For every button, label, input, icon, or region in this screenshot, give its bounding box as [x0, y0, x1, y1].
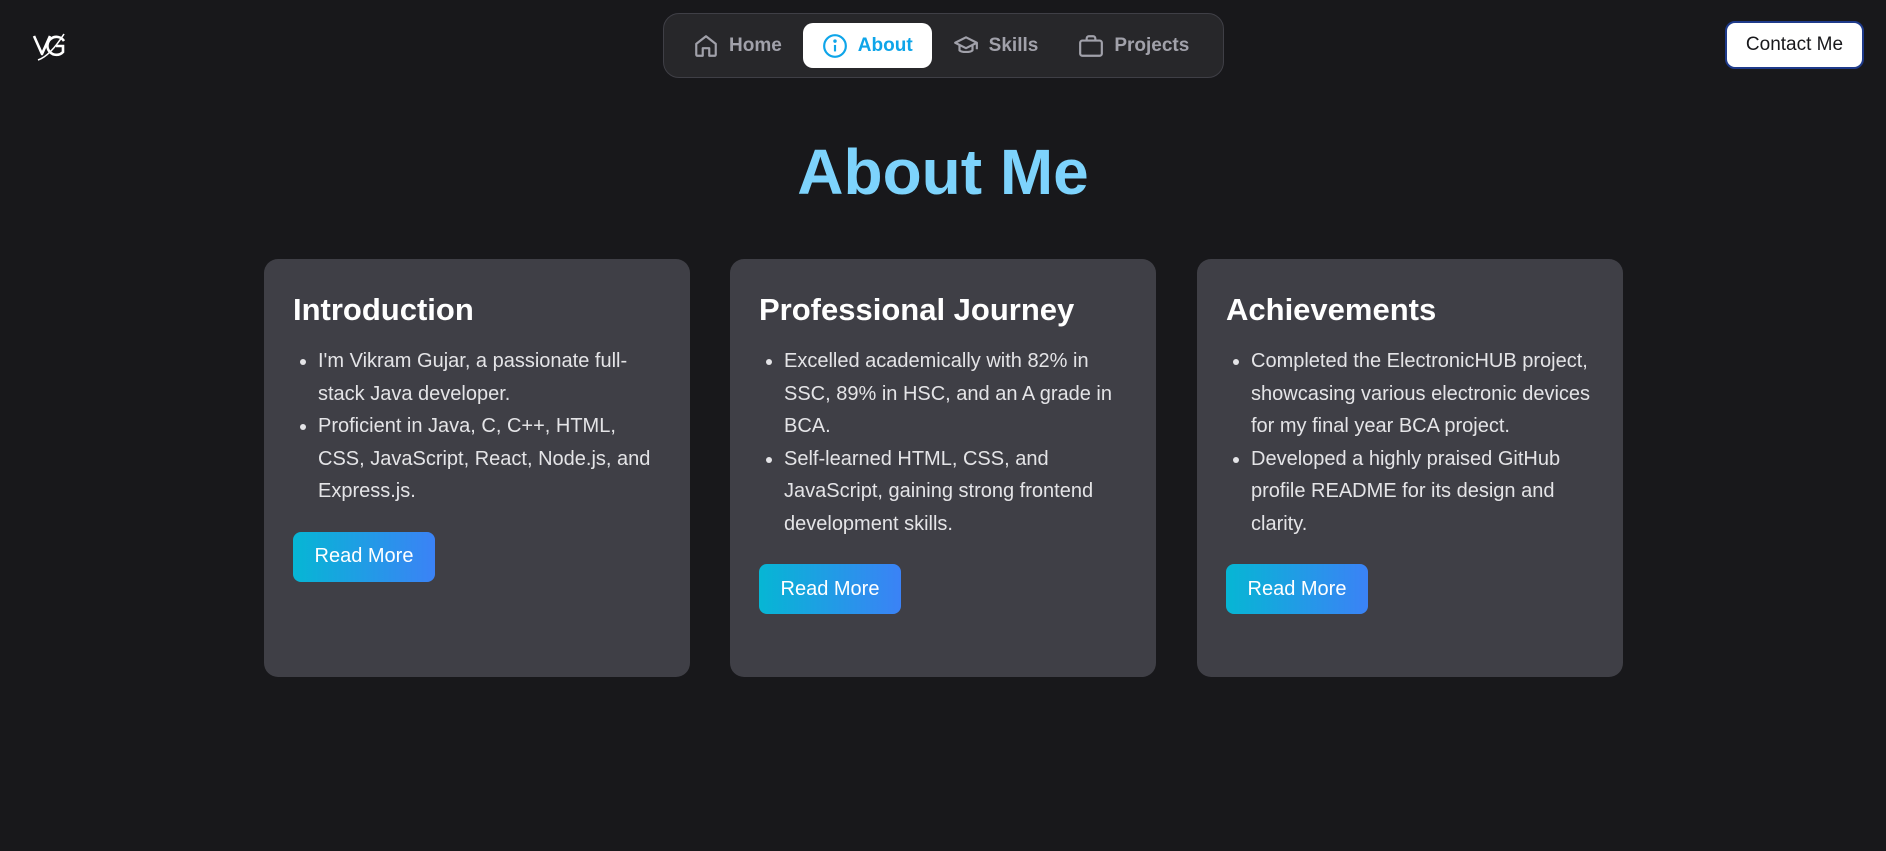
- card-title: Achievements: [1226, 292, 1437, 327]
- card-list: Completed the ElectronicHUB project, sho…: [1226, 345, 1594, 540]
- graduation-cap-icon: [953, 35, 978, 53]
- read-more-button[interactable]: Read More: [1226, 564, 1368, 614]
- list-item: Proficient in Java, C, C++, HTML, CSS, J…: [300, 410, 661, 508]
- site-logo[interactable]: [30, 26, 70, 66]
- card-title: Professional Journey: [759, 292, 1075, 327]
- info-icon: [822, 33, 847, 58]
- list-item: Excelled academically with 82% in SSC, 8…: [766, 345, 1127, 443]
- card-introduction: Introduction I'm Vikram Gujar, a passion…: [264, 259, 690, 677]
- nav-item-label: Projects: [1114, 34, 1190, 56]
- list-item: Developed a highly praised GitHub profil…: [1233, 443, 1594, 541]
- card-title: Introduction: [293, 292, 474, 327]
- briefcase-icon: [1079, 34, 1104, 57]
- read-more-button[interactable]: Read More: [759, 564, 901, 614]
- list-item: I'm Vikram Gujar, a passionate full-stac…: [300, 345, 661, 410]
- nav-item-label: Skills: [988, 34, 1039, 56]
- card-list: Excelled academically with 82% in SSC, 8…: [759, 345, 1127, 540]
- nav-item-projects[interactable]: Projects: [1059, 23, 1208, 68]
- page-title: About Me: [797, 136, 1089, 208]
- read-more-button[interactable]: Read More: [293, 531, 435, 582]
- list-item: Completed the ElectronicHUB project, sho…: [1233, 345, 1594, 443]
- nav-item-label: About: [857, 34, 913, 56]
- main-nav: Home About Skills Projects: [663, 13, 1224, 78]
- list-item: Self-learned HTML, CSS, and JavaScript, …: [766, 443, 1127, 541]
- card-list: I'm Vikram Gujar, a passionate full-stac…: [293, 345, 661, 508]
- vg-logo-icon: [32, 33, 66, 61]
- nav-item-label: Home: [729, 34, 782, 56]
- contact-me-button[interactable]: Contact Me: [1725, 21, 1864, 69]
- card-professional-journey: Professional Journey Excelled academical…: [730, 259, 1156, 677]
- nav-item-about[interactable]: About: [802, 23, 932, 68]
- nav-item-skills[interactable]: Skills: [934, 23, 1058, 68]
- card-achievements: Achievements Completed the ElectronicHUB…: [1197, 259, 1623, 677]
- home-icon: [695, 34, 717, 57]
- nav-item-home[interactable]: Home: [674, 23, 801, 68]
